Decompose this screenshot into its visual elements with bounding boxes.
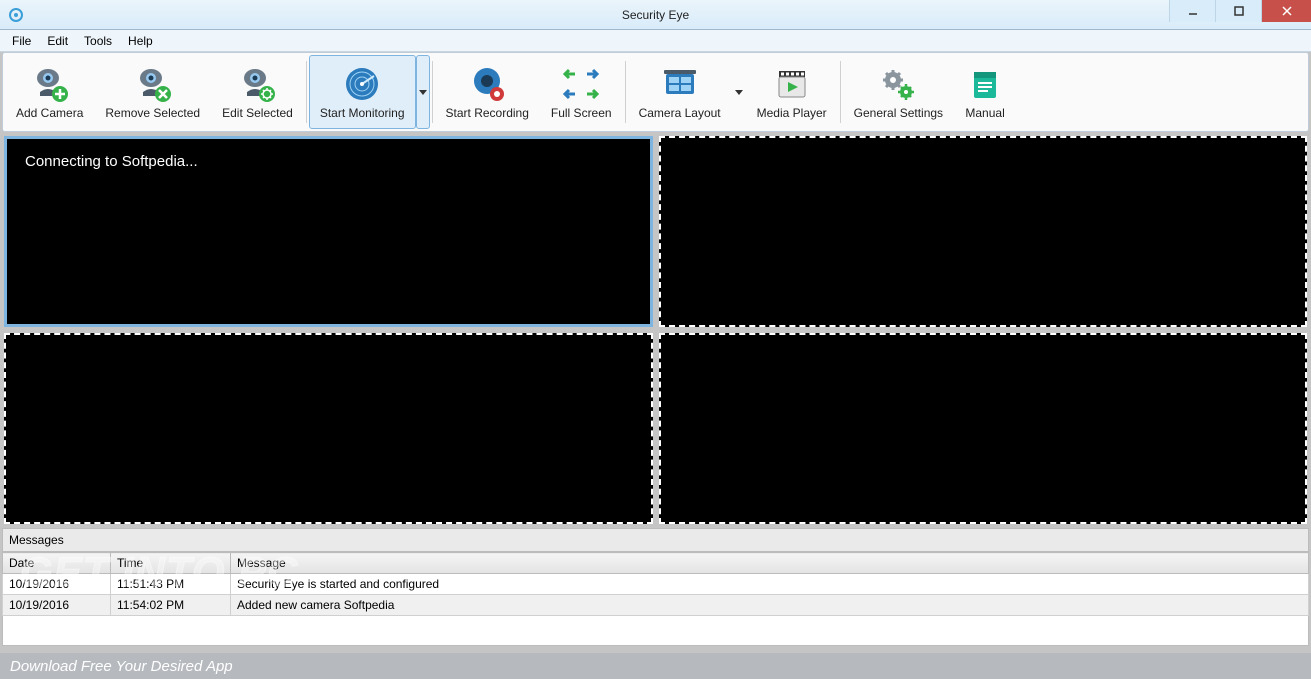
toolbar-label: Remove Selected bbox=[105, 106, 200, 120]
maximize-button[interactable] bbox=[1215, 0, 1261, 22]
watermark-footer-text: Download Free Your Desired App bbox=[10, 658, 233, 675]
cell-date: 10/19/2016 bbox=[3, 595, 111, 616]
media-player-button[interactable]: Media Player bbox=[746, 55, 838, 129]
menu-file[interactable]: File bbox=[4, 32, 39, 50]
camera-slot-1[interactable]: Connecting to Softpedia... bbox=[4, 136, 653, 327]
remove-selected-button[interactable]: Remove Selected bbox=[94, 55, 211, 129]
camera-slot-2[interactable] bbox=[659, 136, 1308, 327]
toolbar-label: Start Monitoring bbox=[320, 106, 405, 120]
settings-gears-icon bbox=[878, 64, 918, 104]
layout-grid-icon bbox=[660, 64, 700, 104]
webcam-add-icon bbox=[30, 64, 70, 104]
window-title: Security Eye bbox=[622, 8, 689, 22]
menu-edit[interactable]: Edit bbox=[39, 32, 76, 50]
cell-date: 10/19/2016 bbox=[3, 574, 111, 595]
full-screen-button[interactable]: Full Screen bbox=[540, 55, 623, 129]
toolbar-label: Add Camera bbox=[16, 106, 83, 120]
menu-tools[interactable]: Tools bbox=[76, 32, 120, 50]
toolbar-separator bbox=[432, 61, 433, 123]
titlebar: Security Eye bbox=[0, 0, 1311, 30]
toolbar-label: Manual bbox=[965, 106, 1004, 120]
start-monitoring-button[interactable]: Start Monitoring bbox=[309, 55, 416, 129]
fullscreen-icon bbox=[561, 64, 601, 104]
start-monitoring-dropdown[interactable] bbox=[416, 55, 430, 129]
camera-status-text: Connecting to Softpedia... bbox=[25, 153, 198, 170]
messages-empty-area bbox=[2, 616, 1309, 646]
record-icon bbox=[467, 64, 507, 104]
column-header-time[interactable]: Time bbox=[111, 553, 231, 574]
toolbar-label: Edit Selected bbox=[222, 106, 293, 120]
toolbar-separator bbox=[625, 61, 626, 123]
column-header-message[interactable]: Message bbox=[231, 553, 1309, 574]
toolbar-label: Start Recording bbox=[446, 106, 529, 120]
menu-help[interactable]: Help bbox=[120, 32, 161, 50]
toolbar-label: Media Player bbox=[757, 106, 827, 120]
cell-message: Added new camera Softpedia bbox=[231, 595, 1309, 616]
toolbar-label: Full Screen bbox=[551, 106, 612, 120]
toolbar-separator bbox=[306, 61, 307, 123]
camera-layout-dropdown[interactable] bbox=[732, 55, 746, 129]
cell-message: Security Eye is started and configured bbox=[231, 574, 1309, 595]
toolbar-separator bbox=[840, 61, 841, 123]
camera-slot-4[interactable] bbox=[659, 333, 1308, 524]
app-icon bbox=[8, 7, 24, 23]
webcam-edit-icon bbox=[237, 64, 277, 104]
add-camera-button[interactable]: Add Camera bbox=[5, 55, 94, 129]
manual-book-icon bbox=[965, 64, 1005, 104]
toolbar-label: General Settings bbox=[854, 106, 943, 120]
start-recording-button[interactable]: Start Recording bbox=[435, 55, 540, 129]
cell-time: 11:54:02 PM bbox=[111, 595, 231, 616]
manual-button[interactable]: Manual bbox=[954, 55, 1016, 129]
table-row[interactable]: 10/19/2016 11:51:43 PM Security Eye is s… bbox=[3, 574, 1309, 595]
column-header-date[interactable]: Date bbox=[3, 553, 111, 574]
table-row[interactable]: 10/19/2016 11:54:02 PM Added new camera … bbox=[3, 595, 1309, 616]
camera-slot-3[interactable] bbox=[4, 333, 653, 524]
cell-time: 11:51:43 PM bbox=[111, 574, 231, 595]
webcam-remove-icon bbox=[133, 64, 173, 104]
radar-icon bbox=[342, 64, 382, 104]
messages-panel: Messages Date Time Message 10/19/2016 11… bbox=[2, 528, 1309, 646]
minimize-button[interactable] bbox=[1169, 0, 1215, 22]
camera-layout-button[interactable]: Camera Layout bbox=[628, 55, 732, 129]
edit-selected-button[interactable]: Edit Selected bbox=[211, 55, 304, 129]
messages-panel-title: Messages bbox=[2, 528, 1309, 552]
camera-grid: Connecting to Softpedia... bbox=[4, 136, 1307, 524]
watermark-footer: Download Free Your Desired App bbox=[0, 653, 1311, 679]
media-player-icon bbox=[772, 64, 812, 104]
toolbar-label: Camera Layout bbox=[639, 106, 721, 120]
close-button[interactable] bbox=[1261, 0, 1311, 22]
messages-table: Date Time Message 10/19/2016 11:51:43 PM… bbox=[2, 552, 1309, 616]
window-controls bbox=[1169, 0, 1311, 22]
menubar: File Edit Tools Help bbox=[0, 30, 1311, 52]
toolbar: Add Camera Remove Selected Edit Selected bbox=[2, 52, 1309, 132]
general-settings-button[interactable]: General Settings bbox=[843, 55, 954, 129]
